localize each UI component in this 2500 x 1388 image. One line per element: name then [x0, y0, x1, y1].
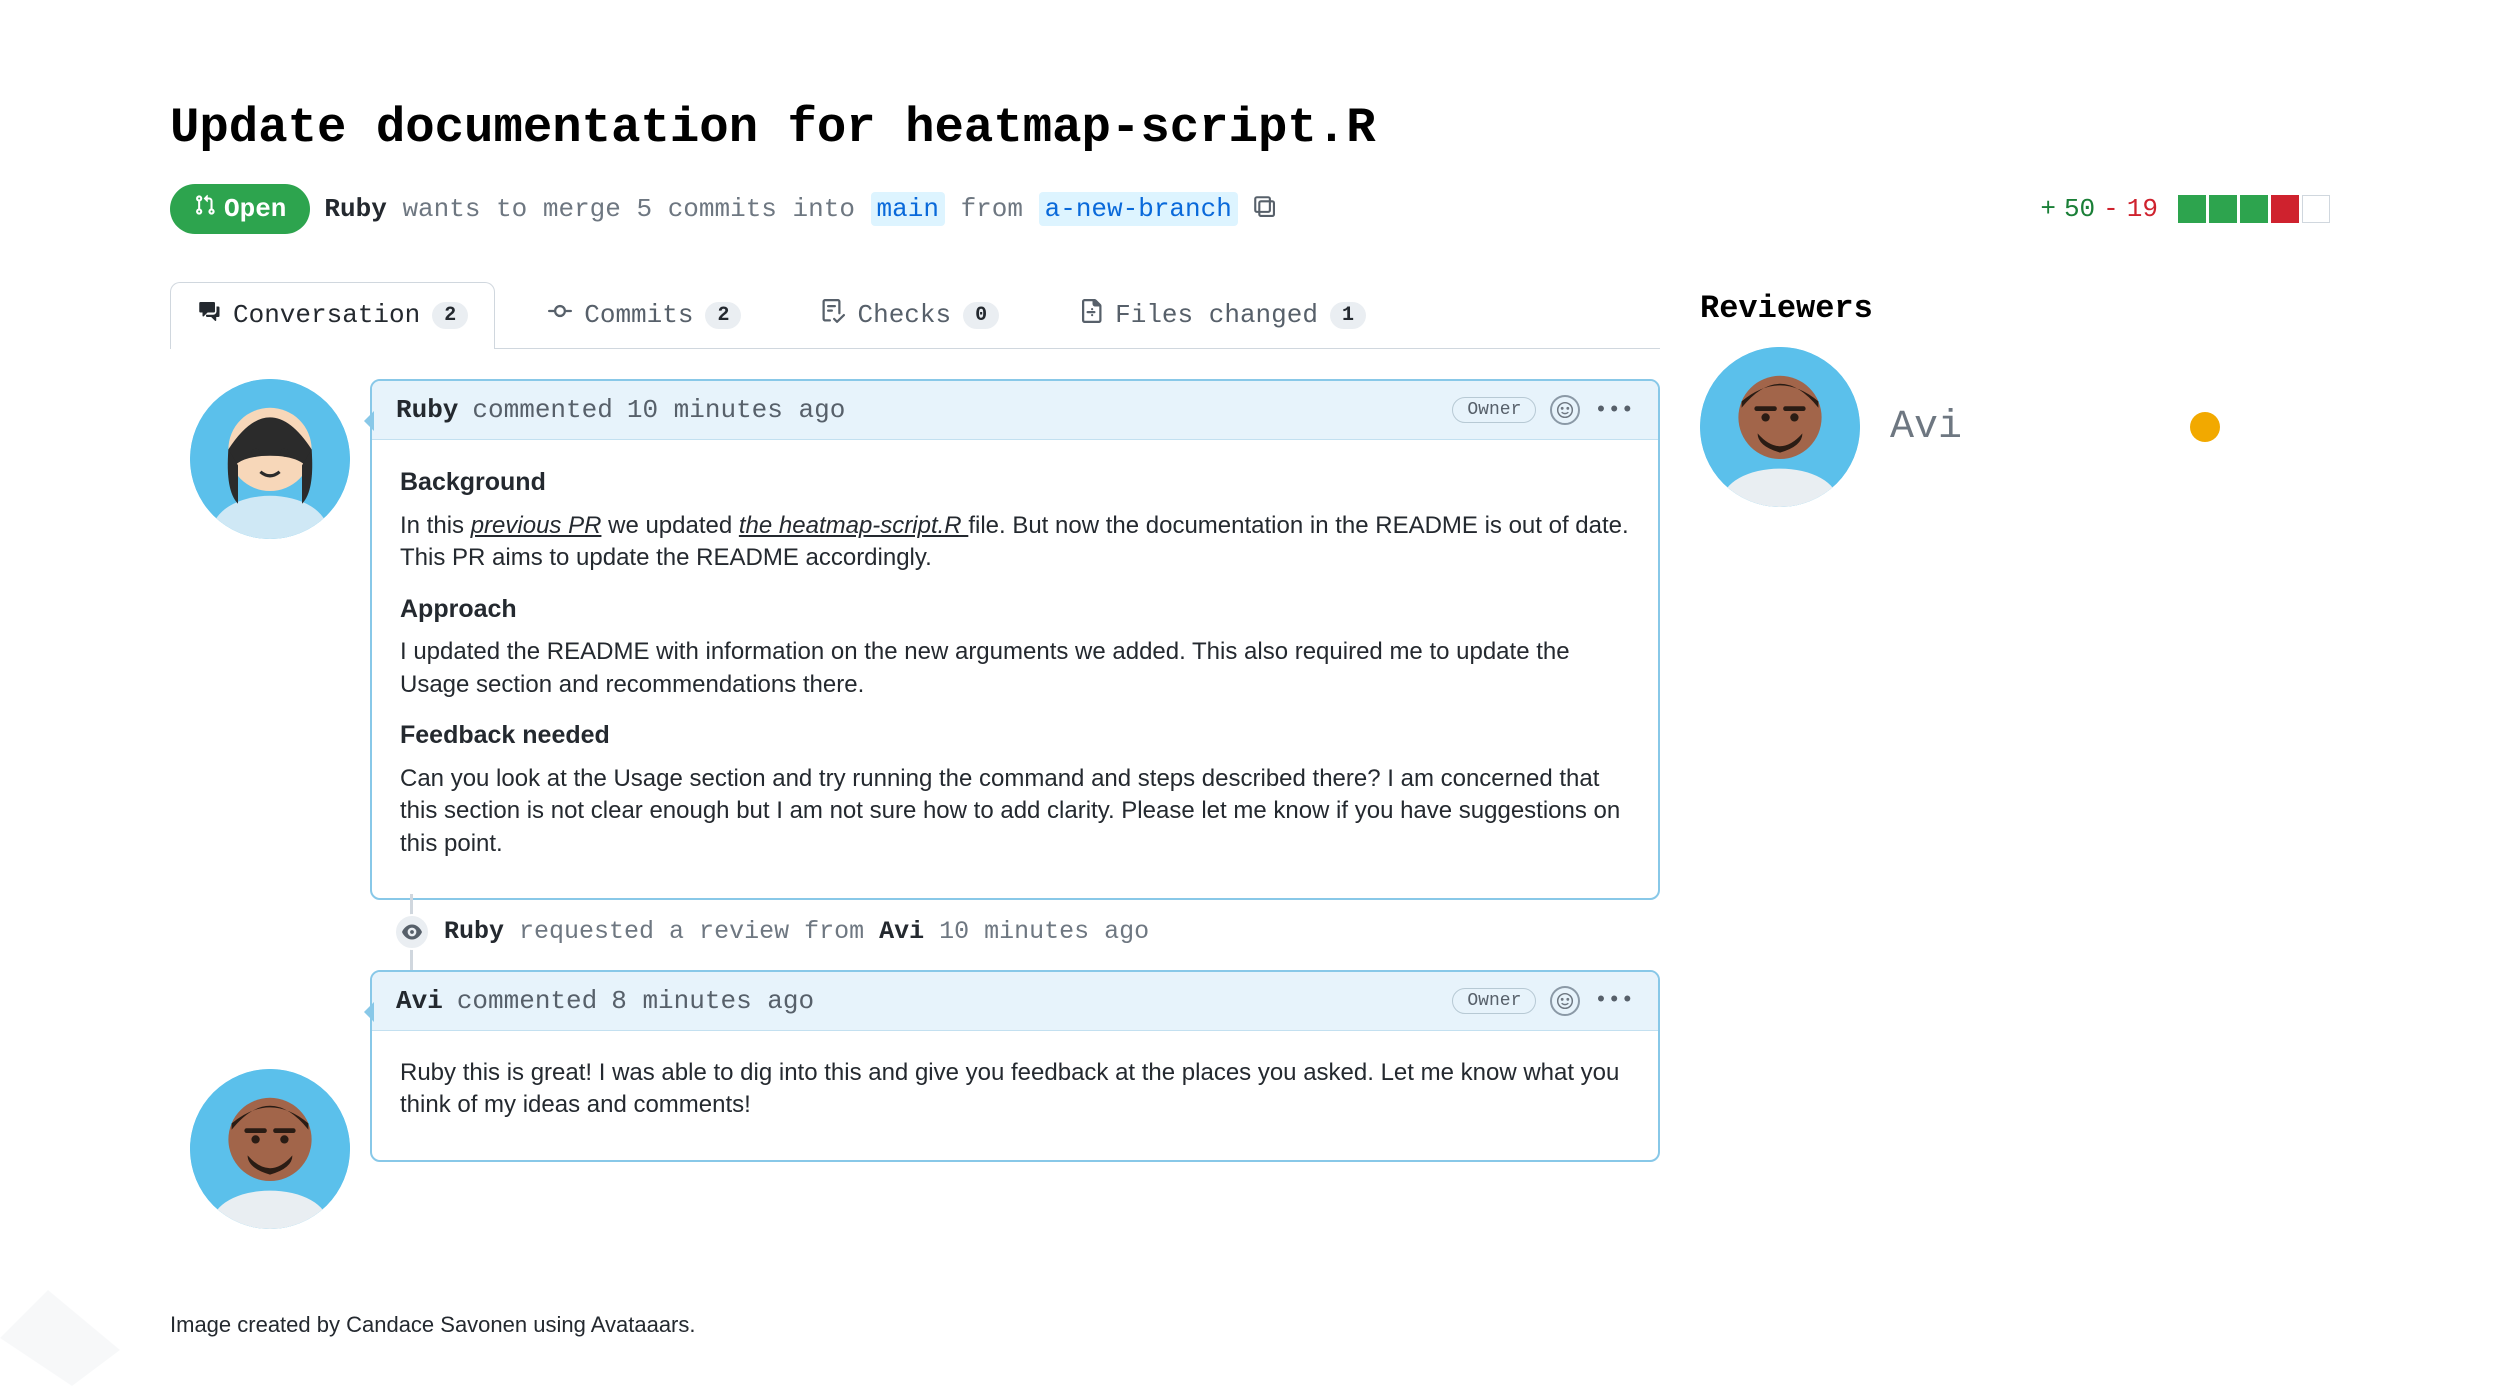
- comment-paragraph: Ruby this is great! I was able to dig in…: [400, 1057, 1630, 1122]
- comment-header: Avi commented 8 minutes ago Owner •••: [372, 972, 1658, 1031]
- comment-heading: Approach: [400, 593, 1630, 627]
- additions-plus: +: [2040, 194, 2056, 224]
- diff-square: [2240, 195, 2268, 223]
- comment-box: Ruby commented 10 minutes ago Owner ••• …: [370, 379, 1660, 900]
- kebab-icon[interactable]: •••: [1594, 398, 1634, 423]
- git-pull-request-icon: [194, 194, 216, 224]
- comment-discussion-icon: [197, 299, 221, 331]
- checklist-icon: [821, 299, 845, 331]
- comment-paragraph: In this previous PR we updated the heatm…: [400, 510, 1630, 575]
- timeline-text: Ruby requested a review from Avi 10 minu…: [444, 917, 1149, 946]
- eye-icon: [394, 914, 430, 950]
- pr-status-row: Open Ruby wants to merge 5 commits into …: [170, 184, 2330, 234]
- review-status-pending-icon: [2190, 412, 2220, 442]
- author-association-badge: Owner: [1452, 397, 1536, 423]
- tab-conversation[interactable]: Conversation 2: [170, 282, 495, 349]
- comment-author[interactable]: Avi: [396, 986, 443, 1016]
- additions-count: 50: [2064, 194, 2095, 224]
- diff-square: [2302, 195, 2330, 223]
- git-commit-icon: [548, 299, 572, 331]
- comment-body: Ruby this is great! I was able to dig in…: [372, 1031, 1658, 1160]
- pr-state-label: Open: [224, 194, 286, 224]
- tab-files-changed[interactable]: Files changed 1: [1052, 282, 1393, 349]
- comment-box: Avi commented 8 minutes ago Owner ••• Ru…: [370, 970, 1660, 1162]
- base-branch[interactable]: main: [871, 192, 945, 226]
- deletions-minus: -: [2103, 194, 2119, 224]
- diff-square: [2209, 195, 2237, 223]
- pr-link[interactable]: previous PR: [471, 512, 602, 539]
- diff-summary: + 50 - 19: [2040, 194, 2330, 224]
- file-diff-icon: [1079, 299, 1103, 331]
- add-reaction-icon[interactable]: [1550, 986, 1580, 1016]
- tab-count: 0: [963, 302, 999, 329]
- reviewer-row: Avi: [1700, 347, 2220, 507]
- comment-header: Ruby commented 10 minutes ago Owner •••: [372, 381, 1658, 440]
- comment-heading: Background: [400, 466, 1630, 500]
- copy-icon[interactable]: [1252, 194, 1278, 225]
- tab-label: Files changed: [1115, 300, 1318, 330]
- comment-time: 10 minutes ago: [627, 395, 845, 425]
- tab-count: 2: [705, 302, 741, 329]
- comment-paragraph: I updated the README with information on…: [400, 636, 1630, 701]
- tab-label: Commits: [584, 300, 693, 330]
- file-link[interactable]: the heatmap-script.R: [739, 512, 968, 539]
- tab-label: Conversation: [233, 300, 420, 330]
- tab-checks[interactable]: Checks 0: [794, 282, 1026, 349]
- image-credit: Image created by Candace Savonen using A…: [170, 1312, 696, 1338]
- pr-tabs: Conversation 2 Commits 2 Checks 0 Files change…: [170, 282, 1660, 349]
- tab-commits[interactable]: Commits 2: [521, 282, 768, 349]
- head-branch[interactable]: a-new-branch: [1039, 192, 1238, 226]
- pr-author[interactable]: Ruby: [324, 194, 386, 224]
- add-reaction-icon[interactable]: [1550, 395, 1580, 425]
- pr-title: Update documentation for heatmap-script.…: [170, 100, 2330, 156]
- deletions-count: 19: [2127, 194, 2158, 224]
- diff-square: [2271, 195, 2299, 223]
- kebab-icon[interactable]: •••: [1594, 988, 1634, 1013]
- avatar-avi[interactable]: [1700, 347, 1860, 507]
- pr-state-badge: Open: [170, 184, 310, 234]
- watermark-icon: [0, 1288, 120, 1388]
- tab-label: Checks: [857, 300, 951, 330]
- diff-squares: [2178, 195, 2330, 223]
- diff-square: [2178, 195, 2206, 223]
- comment-paragraph: Can you look at the Usage section and tr…: [400, 763, 1630, 860]
- timeline-event: Ruby requested a review from Avi 10 minu…: [370, 900, 1660, 964]
- reviewers-heading: Reviewers: [1700, 290, 2220, 327]
- comment-author[interactable]: Ruby: [396, 395, 458, 425]
- comment-body: Background In this previous PR we update…: [372, 440, 1658, 898]
- reviewer-name[interactable]: Avi: [1890, 405, 2160, 450]
- author-association-badge: Owner: [1452, 988, 1536, 1014]
- avatar-avi[interactable]: [190, 1069, 350, 1229]
- avatar-ruby[interactable]: [190, 379, 350, 539]
- tab-count: 2: [432, 302, 468, 329]
- pr-merge-sentence: Ruby wants to merge 5 commits into main …: [324, 194, 1237, 224]
- comment-heading: Feedback needed: [400, 719, 1630, 753]
- comment-time: 8 minutes ago: [611, 986, 814, 1016]
- tab-count: 1: [1330, 302, 1366, 329]
